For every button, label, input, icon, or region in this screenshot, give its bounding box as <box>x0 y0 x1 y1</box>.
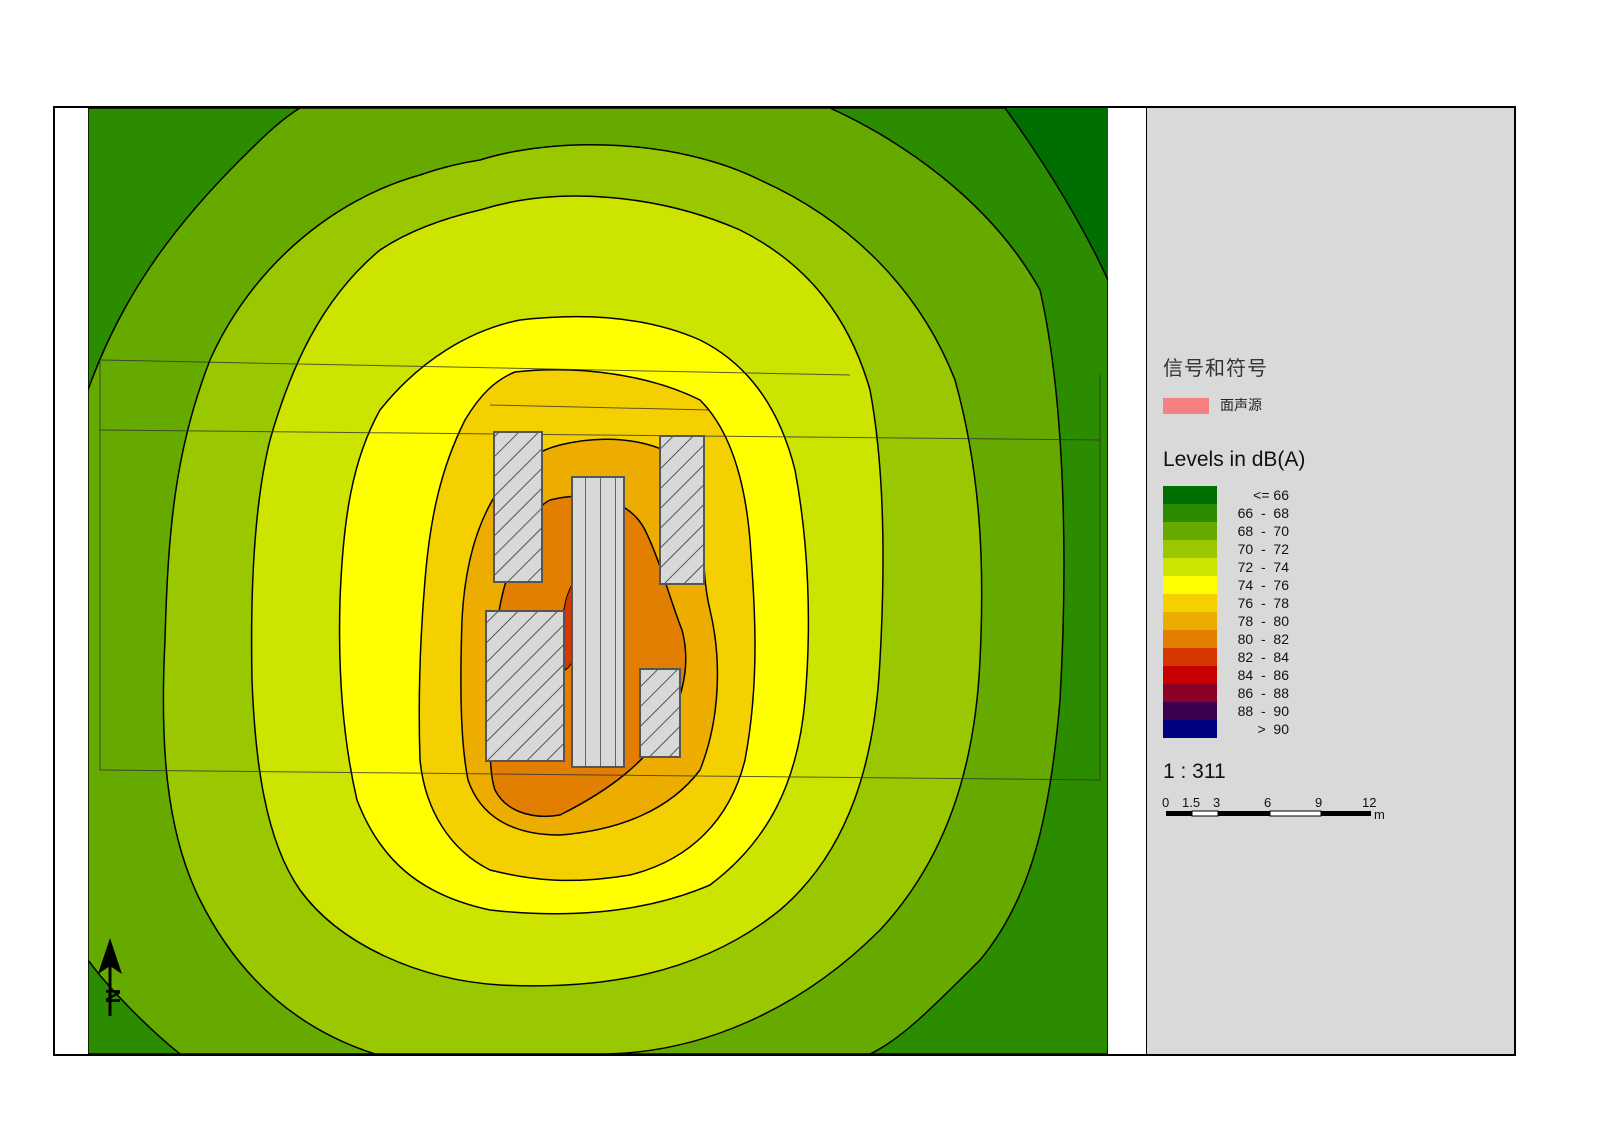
level-label: 72 - 74 <box>1237 559 1289 575</box>
level-swatch <box>1163 720 1217 738</box>
level-label: > 90 <box>1257 721 1289 737</box>
level-label: 70 - 72 <box>1237 541 1289 557</box>
north-letter: N <box>101 989 123 1003</box>
north-arrow-icon: N <box>92 938 132 1025</box>
level-row: 86 - 88 <box>1163 684 1333 702</box>
scale-tick-3: 6 <box>1264 795 1271 810</box>
scale-seg <box>1191 810 1219 817</box>
level-swatch <box>1163 594 1217 612</box>
level-label: 84 - 86 <box>1237 667 1289 683</box>
level-swatch <box>1163 648 1217 666</box>
level-legend: <= 66 66 - 68 68 - 70 70 - 72 72 - 74 74… <box>1163 486 1333 738</box>
level-swatch <box>1163 504 1217 522</box>
level-row: 72 - 74 <box>1163 558 1333 576</box>
area-source-label: 面声源 <box>1220 398 1262 414</box>
level-row: 88 - 90 <box>1163 702 1333 720</box>
level-swatch <box>1163 630 1217 648</box>
level-swatch <box>1163 540 1217 558</box>
scale-ratio: 1 : 311 <box>1163 760 1226 783</box>
scale-tick-1: 1.5 <box>1182 795 1200 810</box>
level-label: 66 - 68 <box>1237 505 1289 521</box>
level-row: 68 - 70 <box>1163 522 1333 540</box>
level-label: 82 - 84 <box>1237 649 1289 665</box>
level-row: 70 - 72 <box>1163 540 1333 558</box>
scale-bar: 0 1.5 3 6 9 12 m <box>1160 790 1400 831</box>
scale-seg <box>1166 811 1192 816</box>
level-row: 74 - 76 <box>1163 576 1333 594</box>
building-b <box>571 476 625 768</box>
building-d <box>485 610 565 762</box>
level-row: 84 - 86 <box>1163 666 1333 684</box>
level-row: > 90 <box>1163 720 1333 738</box>
scale-seg <box>1218 811 1270 816</box>
legend-title: 信号和符号 <box>1163 356 1268 380</box>
scale-unit: m <box>1374 807 1385 822</box>
level-label: 78 - 80 <box>1237 613 1289 629</box>
level-swatch <box>1163 522 1217 540</box>
level-row: 76 - 78 <box>1163 594 1333 612</box>
level-row: 80 - 82 <box>1163 630 1333 648</box>
scale-tick-2: 3 <box>1213 795 1220 810</box>
level-swatch <box>1163 666 1217 684</box>
level-swatch <box>1163 486 1217 504</box>
level-row: 66 - 68 <box>1163 504 1333 522</box>
level-row: 78 - 80 <box>1163 612 1333 630</box>
scale-seg <box>1269 810 1322 817</box>
level-label: 80 - 82 <box>1237 631 1289 647</box>
level-swatch <box>1163 684 1217 702</box>
level-label: 74 - 76 <box>1237 577 1289 593</box>
level-label: 88 - 90 <box>1237 703 1289 719</box>
level-label: 76 - 78 <box>1237 595 1289 611</box>
scale-tick-4: 9 <box>1315 795 1322 810</box>
scale-tick-0: 0 <box>1162 795 1169 810</box>
scale-seg <box>1321 811 1371 816</box>
level-row: <= 66 <box>1163 486 1333 504</box>
level-row: 82 - 84 <box>1163 648 1333 666</box>
level-label: <= 66 <box>1253 487 1289 503</box>
level-label: 68 - 70 <box>1237 523 1289 539</box>
level-swatch <box>1163 576 1217 594</box>
noise-contour-map[interactable] <box>88 108 1108 1054</box>
levels-title: Levels in dB(A) <box>1163 448 1306 471</box>
level-swatch <box>1163 558 1217 576</box>
building-a <box>493 431 543 583</box>
area-source-swatch <box>1163 398 1209 414</box>
building-c <box>659 435 705 585</box>
building-e <box>639 668 681 758</box>
level-label: 86 - 88 <box>1237 685 1289 701</box>
level-swatch <box>1163 702 1217 720</box>
level-swatch <box>1163 612 1217 630</box>
